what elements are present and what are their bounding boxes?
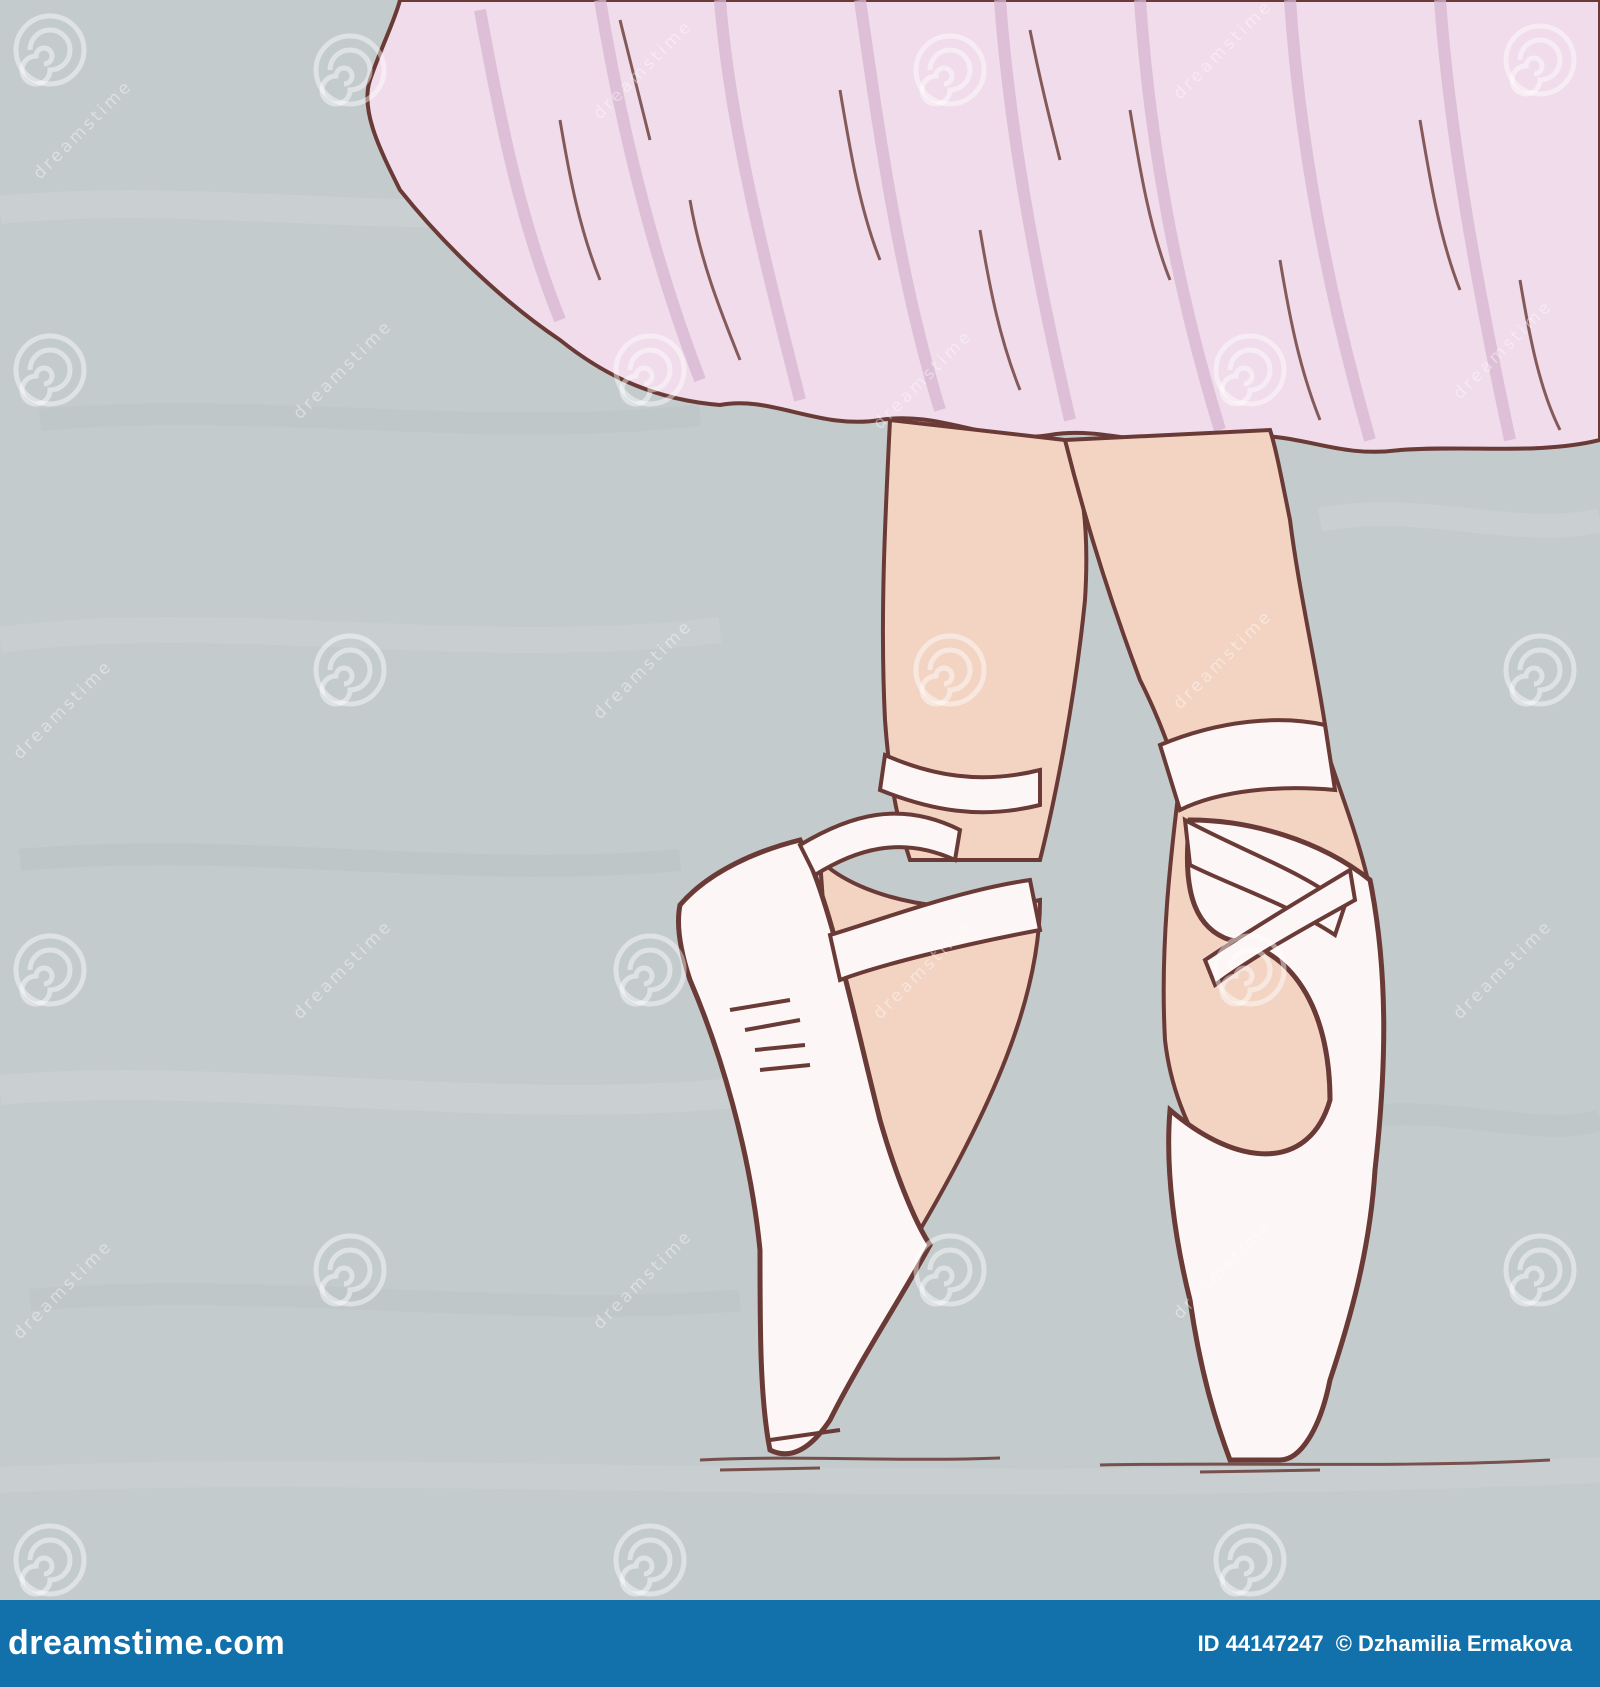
footer-logo-text: dreamstime.com (8, 1624, 286, 1662)
illustration-svg: dreamstime dreamstime dreamstime dreamst… (0, 0, 1600, 1600)
watermark-text: dreamstime (589, 1226, 697, 1334)
footer-bar: dreamstime.com ID 44147247 © Dzhamilia E… (0, 1600, 1600, 1687)
watermark-text: dreamstime (29, 76, 137, 184)
ballerina-illustration: dreamstime dreamstime dreamstime dreamst… (0, 0, 1600, 1600)
footer-author-credit: © Dzhamilia Ermakova (1335, 1630, 1572, 1656)
watermark-text: dreamstime (9, 656, 117, 764)
footer-logo[interactable]: dreamstime.com (8, 1624, 285, 1663)
watermark-text: dreamstime (1449, 916, 1557, 1024)
watermark-text: dreamstime (289, 916, 397, 1024)
footer-image-id: ID 44147247 (1197, 1630, 1324, 1656)
footer-image-credit: ID 44147247 © Dzhamilia Ermakova (1198, 1631, 1572, 1657)
